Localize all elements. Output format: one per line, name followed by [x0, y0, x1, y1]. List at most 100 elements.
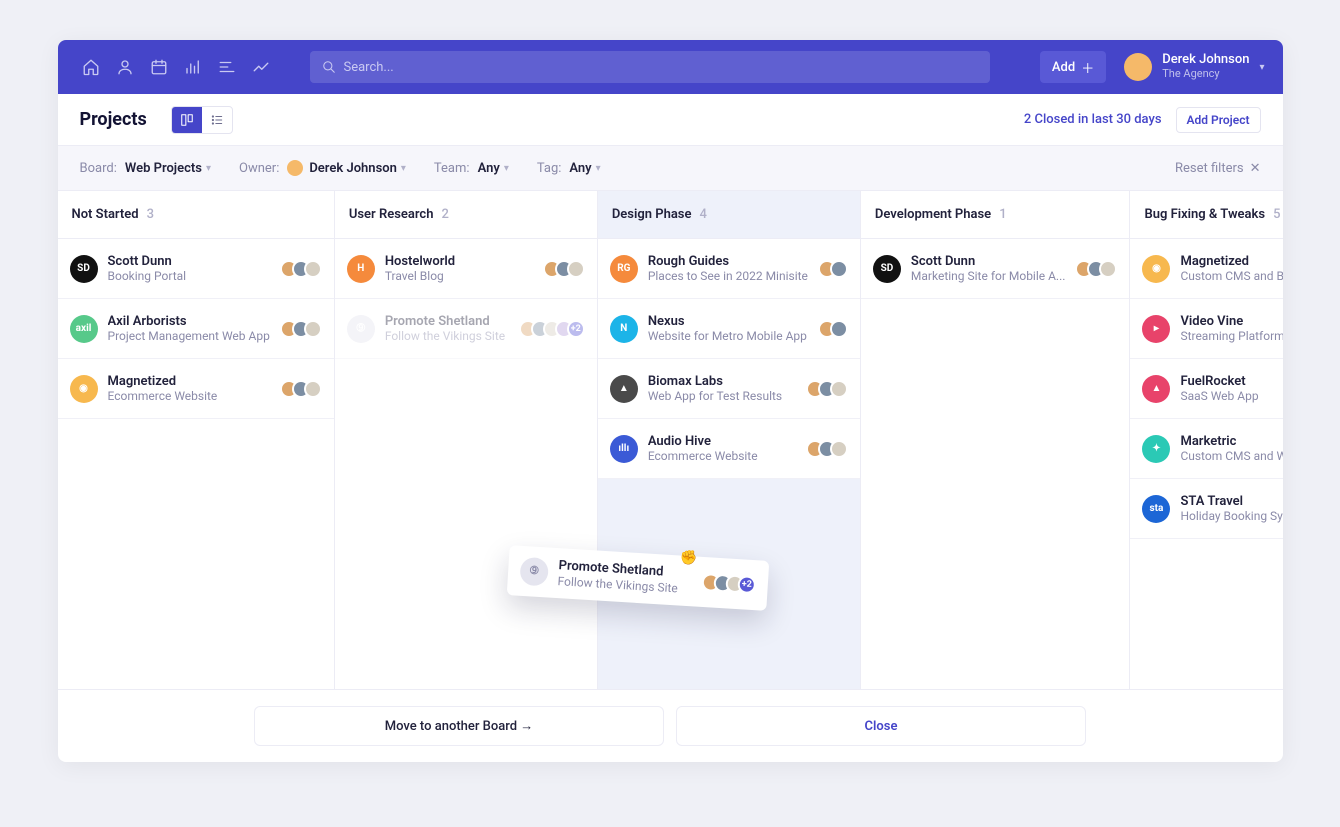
avatar [1099, 260, 1117, 278]
chevron-down-icon: ▾ [1259, 62, 1264, 73]
project-card[interactable]: ▲ FuelRocket SaaS Web App [1130, 359, 1282, 419]
card-title: Scott Dunn [108, 254, 270, 270]
board-column[interactable]: Development Phase1 SD Scott Dunn Marketi… [861, 191, 1131, 689]
trend-icon[interactable] [246, 52, 276, 82]
project-card[interactable]: ➈ Promote Shetland Follow the Vikings Si… [335, 299, 597, 359]
project-card[interactable]: axil Axil Arborists Project Management W… [58, 299, 334, 359]
project-logo: ◉ [70, 375, 98, 403]
project-card[interactable]: RG Rough Guides Places to See in 2022 Mi… [598, 239, 860, 299]
column-header: User Research2 [335, 191, 597, 239]
column-title: Not Started [72, 207, 139, 222]
board-column[interactable]: User Research2 H Hostelworld Travel Blog… [335, 191, 598, 689]
board-view-toggle[interactable] [172, 107, 202, 133]
card-subtitle: Web App for Test Results [648, 389, 796, 403]
avatar [567, 260, 585, 278]
card-subtitle: Follow the Vikings Site [385, 329, 509, 343]
add-project-button[interactable]: Add Project [1176, 107, 1261, 133]
column-header: Development Phase1 [861, 191, 1130, 239]
board-column[interactable]: Not Started 3 SD Scott Dunn Booking Porta… [58, 191, 335, 689]
close-button[interactable]: Close [676, 706, 1086, 746]
add-button[interactable]: Add ＋ [1040, 51, 1106, 83]
card-subtitle: Ecommerce Website [108, 389, 270, 403]
page-title: Projects [80, 109, 147, 130]
project-card[interactable]: ▸ Video Vine Streaming Platform [1130, 299, 1282, 359]
avatar-group [543, 260, 585, 278]
chevron-down-icon: ▾ [504, 163, 509, 174]
column-count: 5 [1273, 207, 1280, 222]
project-logo: ▲ [610, 375, 638, 403]
card-subtitle: Holiday Booking System [1180, 509, 1282, 523]
card-title: Magnetized [108, 374, 270, 390]
card-title: STA Travel [1180, 494, 1282, 510]
avatar-group: +2 [519, 320, 585, 338]
card-subtitle: Project Management Web App [108, 329, 270, 343]
column-header: Design Phase4 [598, 191, 860, 239]
project-logo: ıllı [610, 435, 638, 463]
avatar-group [280, 380, 322, 398]
filter-team[interactable]: Team: Any ▾ [434, 161, 509, 176]
subbar: Projects 2 Closed in last 30 days Add Pr… [58, 94, 1283, 146]
card-subtitle: SaaS Web App [1180, 389, 1282, 403]
project-logo: RG [610, 255, 638, 283]
avatar [304, 260, 322, 278]
avatar [1124, 53, 1152, 81]
calendar-icon[interactable] [144, 52, 174, 82]
project-card[interactable]: ▲ Biomax Labs Web App for Test Results [598, 359, 860, 419]
project-logo: SD [873, 255, 901, 283]
chevron-down-icon: ▾ [596, 163, 601, 174]
project-card[interactable]: ıllı Audio Hive Ecommerce Website [598, 419, 860, 479]
user-name: Derek Johnson [1162, 53, 1249, 68]
closed-projects-link[interactable]: 2 Closed in last 30 days [1024, 112, 1162, 127]
filter-owner[interactable]: Owner: Derek Johnson ▾ [239, 160, 406, 176]
board-column[interactable]: Design Phase4 RG Rough Guides Places to … [598, 191, 861, 689]
avatar [304, 380, 322, 398]
project-card[interactable]: N Nexus Website for Metro Mobile App [598, 299, 860, 359]
filterbar: Board: Web Projects ▾ Owner: Derek Johns… [58, 146, 1283, 190]
project-card[interactable]: ✦ Marketric Custom CMS and Websi [1130, 419, 1282, 479]
project-card[interactable]: SD Scott Dunn Marketing Site for Mobile … [861, 239, 1130, 299]
project-card[interactable]: ◉ Magnetized Ecommerce Website [58, 359, 334, 419]
add-label: Add [1052, 60, 1075, 75]
project-card[interactable]: ◉ Magnetized Custom CMS and Blog [1130, 239, 1282, 299]
card-subtitle: Website for Metro Mobile App [648, 329, 808, 343]
project-card[interactable]: SD Scott Dunn Booking Portal [58, 239, 334, 299]
board-column[interactable]: Bug Fixing & Tweaks 5 ◉ Magnetized Custom… [1130, 191, 1282, 689]
user-menu[interactable]: Derek Johnson The Agency ▾ [1124, 53, 1264, 81]
column-count: 2 [441, 207, 448, 222]
card-title: Video Vine [1180, 314, 1282, 330]
card-subtitle: Custom CMS and Blog [1180, 269, 1282, 283]
project-card[interactable]: H Hostelworld Travel Blog [335, 239, 597, 299]
bottombar: Move to another Board → Close [58, 690, 1283, 762]
project-logo: ▸ [1142, 315, 1170, 343]
home-icon[interactable] [76, 52, 106, 82]
project-card[interactable]: sta STA Travel Holiday Booking System [1130, 479, 1282, 539]
project-logo: ➈ [519, 557, 549, 587]
move-board-button[interactable]: Move to another Board → [254, 706, 664, 746]
column-count: 4 [699, 207, 706, 222]
column-title: Development Phase [875, 207, 991, 222]
search-input[interactable] [344, 60, 978, 75]
avatar-group [806, 440, 848, 458]
search-icon [322, 60, 336, 74]
topbar: Add ＋ Derek Johnson The Agency ▾ [58, 40, 1283, 94]
column-title: Bug Fixing & Tweaks [1144, 207, 1265, 222]
reset-filters[interactable]: Reset filters ✕ [1175, 161, 1261, 176]
search-input-wrap[interactable] [310, 51, 990, 83]
user-icon[interactable] [110, 52, 140, 82]
column-count: 3 [147, 207, 154, 222]
avatar-more: +2 [567, 320, 585, 338]
project-logo: sta [1142, 495, 1170, 523]
card-title: Promote Shetland [385, 314, 509, 330]
chart-icon[interactable] [178, 52, 208, 82]
project-logo: N [610, 315, 638, 343]
card-subtitle: Marketing Site for Mobile A... [911, 269, 1066, 283]
project-logo: SD [70, 255, 98, 283]
app-window: Add ＋ Derek Johnson The Agency ▾ Project… [58, 40, 1283, 762]
plus-icon: ＋ [1081, 58, 1094, 77]
filter-tag[interactable]: Tag: Any ▾ [537, 161, 601, 176]
card-subtitle: Custom CMS and Websi [1180, 449, 1282, 463]
project-logo: axil [70, 315, 98, 343]
list-view-toggle[interactable] [202, 107, 232, 133]
filter-board[interactable]: Board: Web Projects ▾ [80, 161, 212, 176]
menu-icon[interactable] [212, 52, 242, 82]
